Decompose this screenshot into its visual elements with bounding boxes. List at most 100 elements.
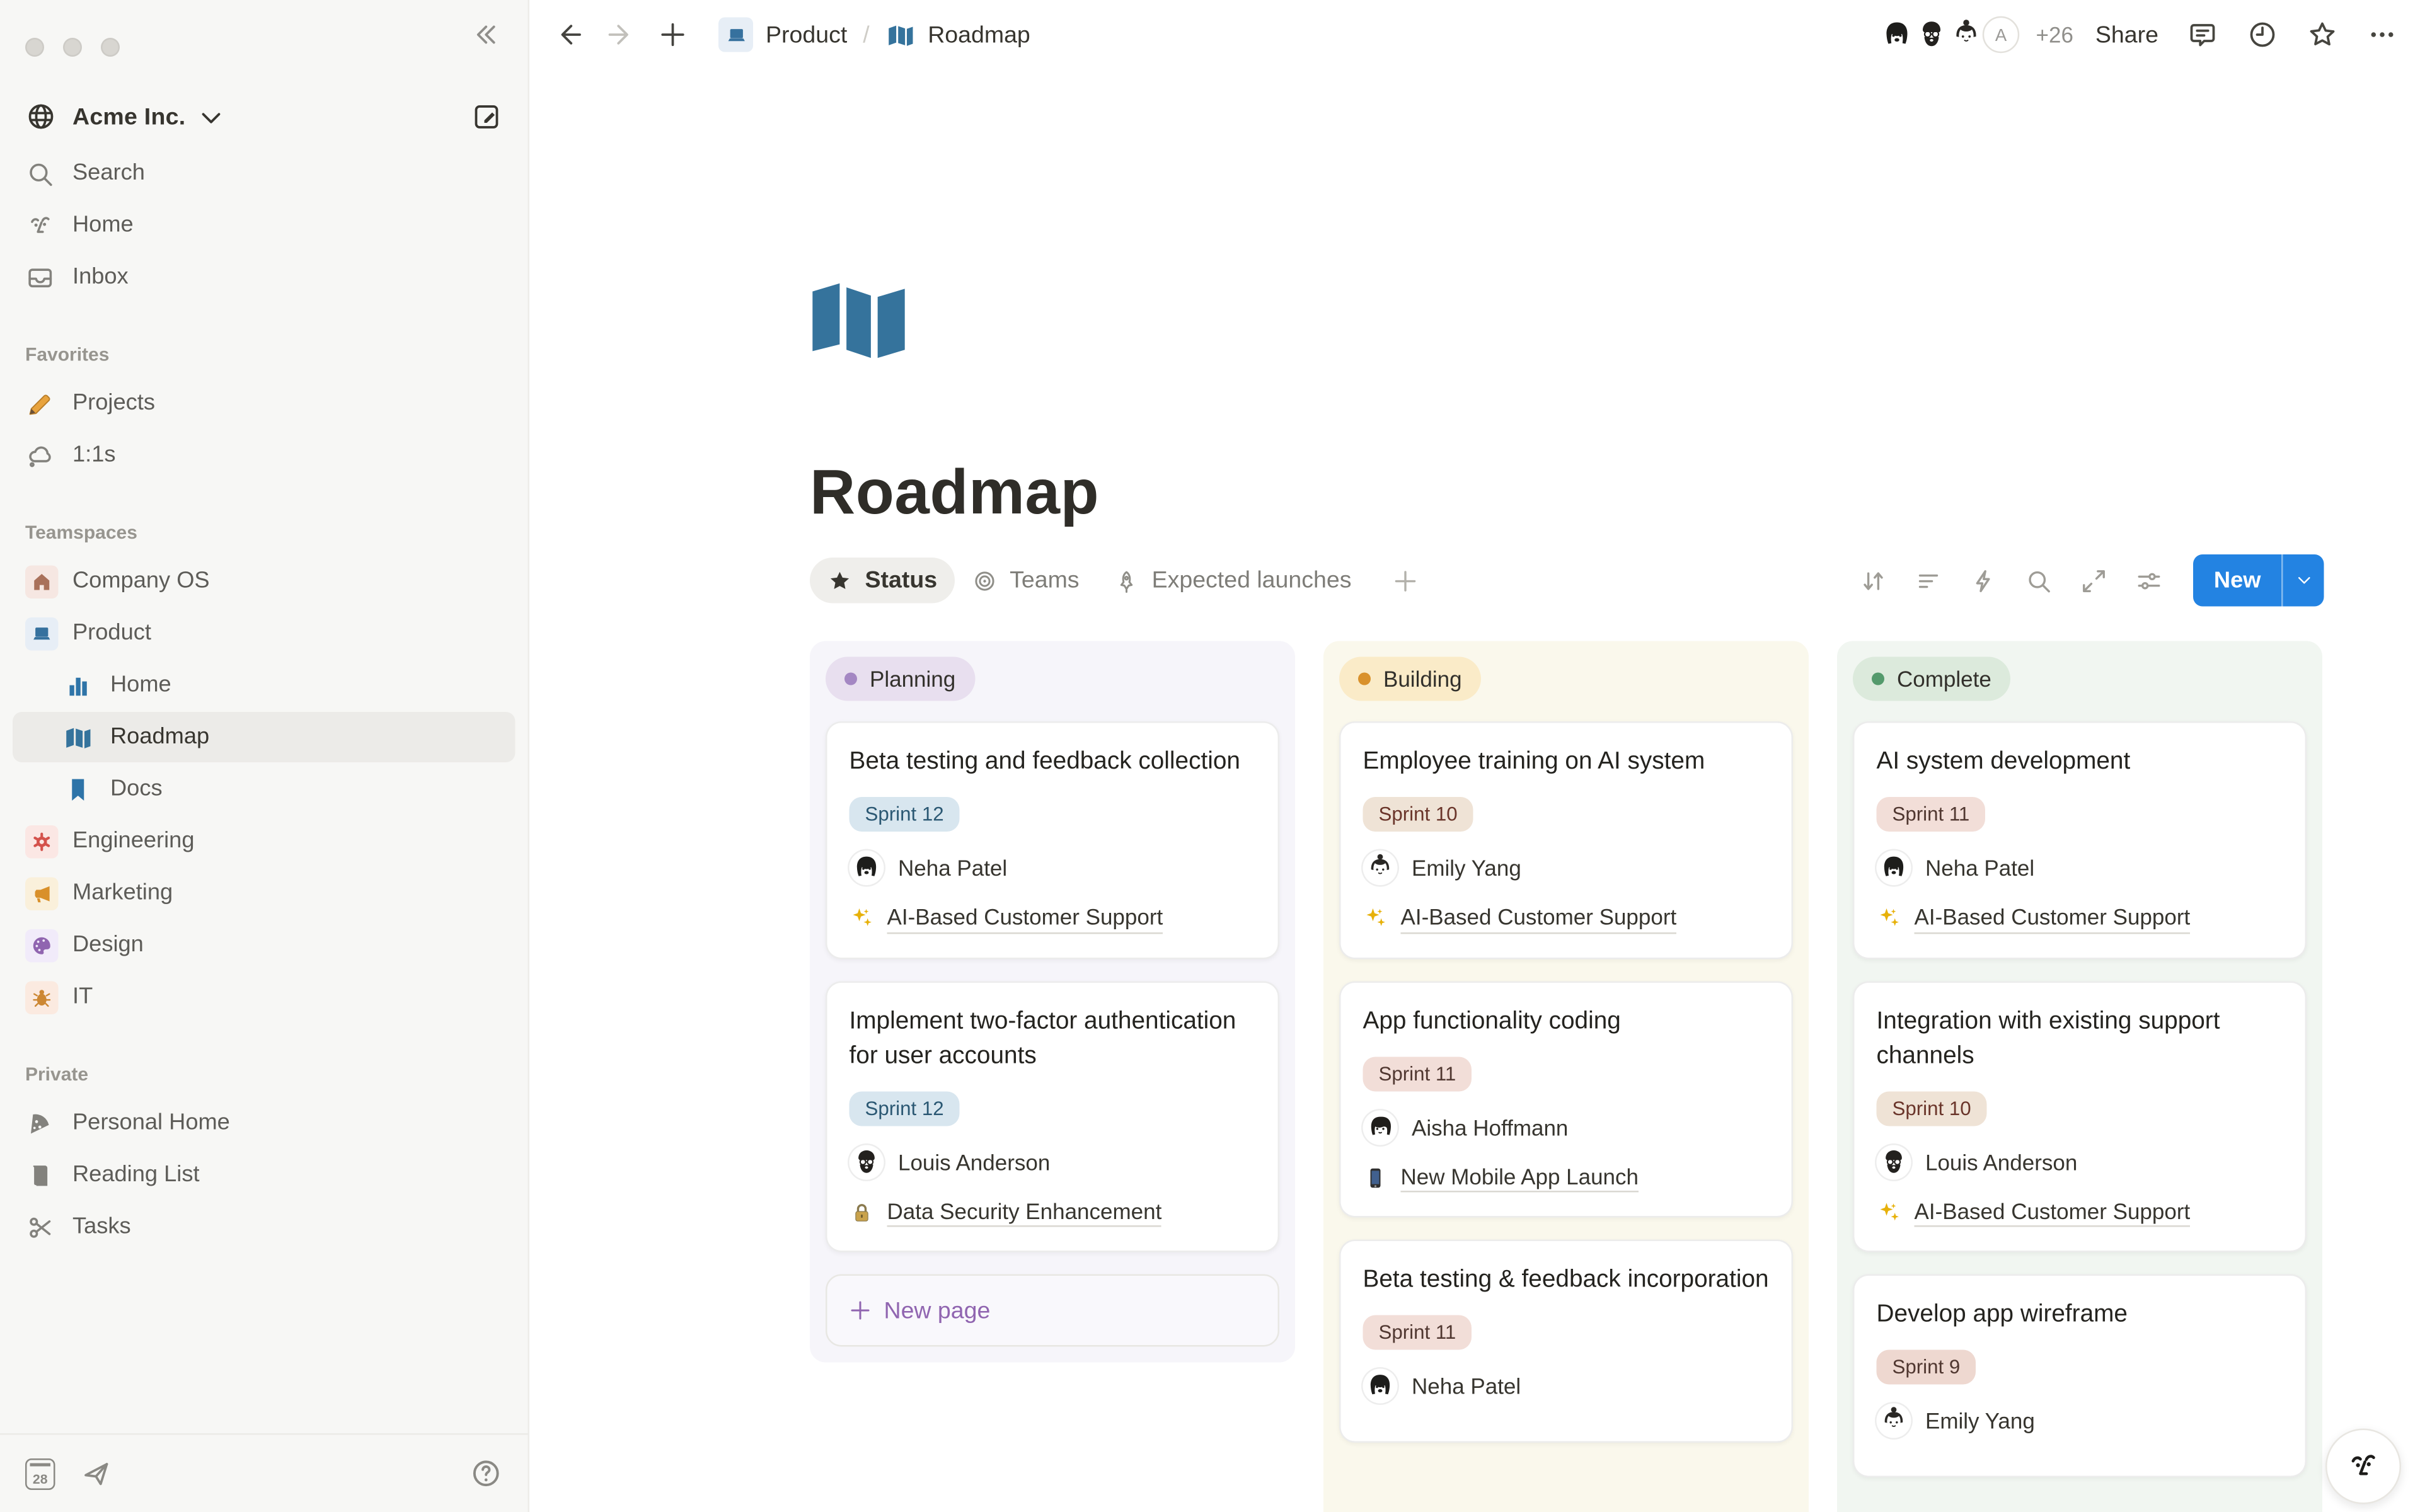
project-link-label: AI-Based Customer Support	[1915, 1198, 2191, 1227]
person-name: Emily Yang	[1925, 1408, 2035, 1433]
calendar-icon[interactable]: 28	[25, 1458, 55, 1489]
sidebar-item-inbox[interactable]: Inbox	[13, 252, 516, 302]
sparkles-icon	[1877, 906, 1902, 931]
favorite-star-icon[interactable]	[2307, 19, 2338, 50]
sidebar-item-it[interactable]: IT	[13, 972, 516, 1022]
sidebar-item-label: Docs	[110, 777, 163, 802]
tab-teams[interactable]: Teams	[955, 558, 1097, 604]
project-link-label: New Mobile App Launch	[1401, 1163, 1639, 1192]
status-dot-icon	[1358, 673, 1371, 685]
history-clock-icon[interactable]	[2247, 19, 2278, 50]
sidebar: Acme Inc. SearchHomeInbox FavoritesProje…	[0, 0, 529, 1512]
board-card[interactable]: Employee training on AI systemSprint 10E…	[1339, 721, 1793, 958]
topbar: Product / Roadmap A +26 Share	[529, 0, 2420, 69]
avatar-overflow-count[interactable]: +26	[2036, 22, 2073, 47]
page-map-icon[interactable]	[810, 277, 908, 365]
breadcrumb-product[interactable]	[718, 18, 753, 52]
breadcrumb-roadmap-label[interactable]: Roadmap	[928, 21, 1030, 49]
search-icon[interactable]	[2025, 566, 2053, 595]
card-project-link[interactable]: AI-Based Customer Support	[1877, 1198, 2283, 1227]
back-icon[interactable]	[553, 19, 585, 50]
card-project-link[interactable]: AI-Based Customer Support	[1877, 904, 2283, 933]
sidebar-item-design[interactable]: Design	[13, 920, 516, 970]
compose-icon[interactable]	[471, 101, 503, 132]
expand-icon[interactable]	[2080, 566, 2108, 595]
sidebar-section-label: Teamspaces	[25, 522, 503, 544]
column-header-pill[interactable]: Building	[1339, 657, 1481, 701]
collapse-sidebar-icon[interactable]	[468, 19, 500, 50]
sprint-tag: Sprint 11	[1877, 797, 1986, 832]
topbar-actions: A +26 Share	[1876, 13, 2398, 57]
close-window-icon[interactable]	[25, 38, 44, 57]
sidebar-item-search[interactable]: Search	[13, 148, 516, 198]
column-header-pill[interactable]: Complete	[1853, 657, 2010, 701]
board-card[interactable]: AI system developmentSprint 11Neha Patel…	[1853, 721, 2307, 958]
card-project-link[interactable]: AI-Based Customer Support	[1363, 904, 1770, 933]
sidebar-item-1-1s[interactable]: 1:1s	[13, 430, 516, 481]
sidebar-item-label: Search	[72, 161, 145, 186]
filter-icon[interactable]	[1915, 566, 1943, 595]
gear-icon	[25, 825, 59, 858]
card-person-row: Neha Patel	[1363, 1369, 1770, 1404]
board-card[interactable]: Develop app wireframeSprint 9Emily Yang	[1853, 1274, 2307, 1478]
send-icon[interactable]	[81, 1458, 112, 1489]
board-column-planning: Planning Beta testing and feedback collec…	[810, 641, 1295, 1363]
avatar-neha-patel	[1363, 1369, 1398, 1404]
sprint-tag: Sprint 10	[1363, 797, 1473, 832]
card-project-link[interactable]: AI-Based Customer Support	[850, 904, 1256, 933]
sidebar-item-marketing[interactable]: Marketing	[13, 868, 516, 919]
sidebar-item-projects[interactable]: Projects	[13, 378, 516, 428]
breadcrumb-product-label[interactable]: Product	[766, 21, 847, 49]
zoom-window-icon[interactable]	[101, 38, 120, 57]
column-name: Building	[1383, 667, 1462, 692]
forward-icon[interactable]	[605, 19, 637, 50]
sidebar-item-company-os[interactable]: Company OS	[13, 556, 516, 607]
sidebar-item-label: Home	[72, 213, 134, 238]
board-card[interactable]: Beta testing and feedback collectionSpri…	[826, 721, 1279, 958]
sidebar-item-tasks[interactable]: Tasks	[13, 1202, 516, 1252]
home-face-icon	[25, 210, 55, 241]
board-card[interactable]: Beta testing & feedback incorporationSpr…	[1339, 1240, 1793, 1443]
breadcrumb-divider: /	[863, 21, 869, 49]
share-button[interactable]: Share	[2095, 21, 2158, 49]
sidebar-item-roadmap[interactable]: Roadmap	[13, 712, 516, 762]
column-name: Complete	[1897, 667, 1991, 692]
sidebar-item-label: Inbox	[72, 265, 129, 290]
minimize-window-icon[interactable]	[63, 38, 82, 57]
help-icon[interactable]	[470, 1457, 503, 1491]
sidebar-item-label: IT	[72, 985, 93, 1010]
sidebar-item-personal-home[interactable]: Personal Home	[13, 1098, 516, 1148]
tab-status[interactable]: Status	[810, 558, 955, 604]
add-view-icon[interactable]	[1391, 566, 1419, 595]
new-button[interactable]: New	[2193, 554, 2324, 607]
card-person-row: Louis Anderson	[850, 1144, 1256, 1179]
sidebar-item-reading-list[interactable]: Reading List	[13, 1150, 516, 1200]
card-project-link[interactable]: New Mobile App Launch	[1363, 1163, 1770, 1192]
sidebar-item-home[interactable]: Home	[13, 200, 516, 251]
new-page-button[interactable]: New page	[826, 1274, 1279, 1347]
column-header-pill[interactable]: Planning	[826, 657, 974, 701]
notion-ai-button[interactable]	[2325, 1429, 2401, 1504]
sidebar-item-home[interactable]: Home	[13, 660, 516, 711]
new-tab-icon[interactable]	[657, 19, 689, 50]
card-title: Employee training on AI system	[1363, 745, 1770, 780]
automation-zap-icon[interactable]	[1969, 566, 1998, 595]
board-card[interactable]: Integration with existing support channe…	[1853, 980, 2307, 1252]
more-options-icon[interactable]	[2366, 19, 2398, 50]
view-settings-icon[interactable]	[2135, 566, 2164, 595]
avatar-group[interactable]: A	[1876, 13, 2024, 57]
card-project-link[interactable]: Data Security Enhancement	[850, 1198, 1256, 1227]
sidebar-item-docs[interactable]: Docs	[13, 764, 516, 815]
sidebar-item-product[interactable]: Product	[13, 608, 516, 658]
workspace-switcher[interactable]: Acme Inc.	[13, 91, 516, 142]
comments-icon[interactable]	[2187, 19, 2218, 50]
new-button-dropdown[interactable]	[2283, 570, 2324, 591]
sidebar-item-engineering[interactable]: Engineering	[13, 816, 516, 866]
board-card[interactable]: Implement two-factor authentication for …	[826, 980, 1279, 1252]
sort-icon[interactable]	[1859, 566, 1887, 595]
board-card[interactable]: App functionality codingSprint 11Aisha H…	[1339, 980, 1793, 1217]
card-person-row: Neha Patel	[1877, 850, 2283, 885]
sidebar-item-label: Company OS	[72, 569, 210, 594]
tab-expected-launches[interactable]: Expected launches	[1097, 558, 1369, 604]
project-link-label: Data Security Enhancement	[887, 1198, 1162, 1227]
